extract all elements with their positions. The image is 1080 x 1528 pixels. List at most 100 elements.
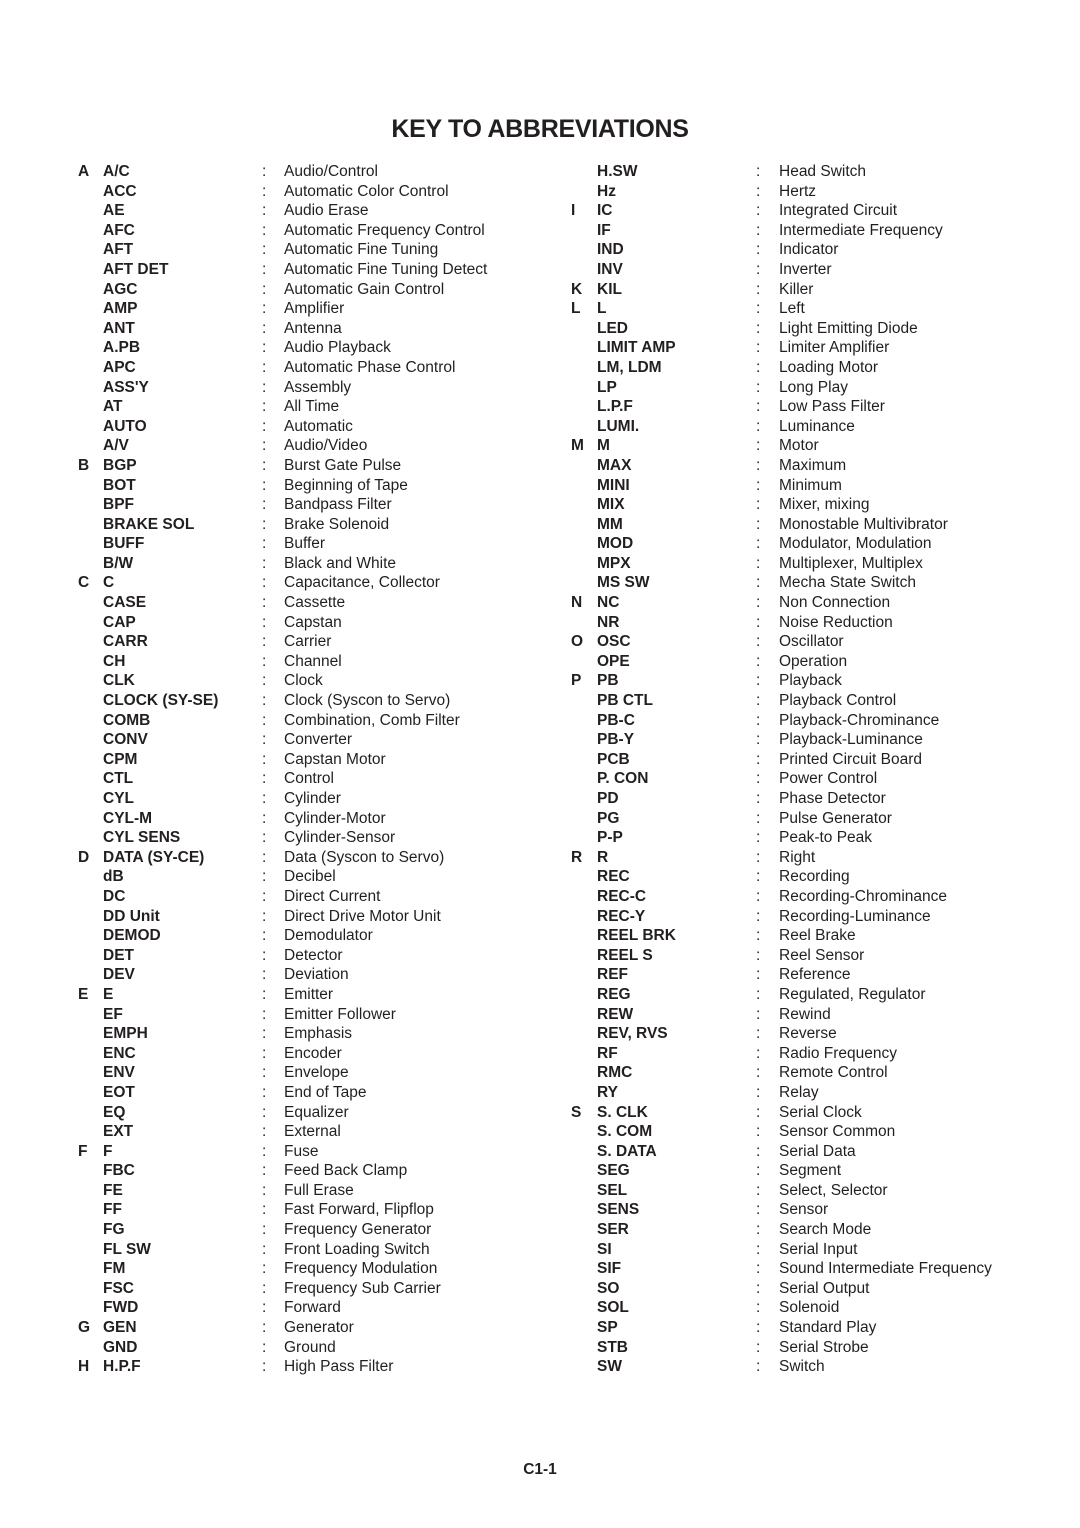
separator-colon: : <box>756 1103 761 1121</box>
abbreviation-term: IC <box>597 202 613 220</box>
separator-colon: : <box>262 260 267 278</box>
abbreviation-term: SEL <box>597 1181 628 1199</box>
abbreviation-term: AUTO <box>103 417 147 435</box>
separator-colon: : <box>262 809 267 827</box>
separator-colon: : <box>262 1083 267 1101</box>
abbreviation-term: EXT <box>103 1123 134 1141</box>
abbreviation-meaning: Motor <box>779 437 819 455</box>
separator-colon: : <box>262 1279 267 1297</box>
abbreviation-term: FE <box>103 1181 123 1199</box>
abbreviation-meaning: Converter <box>284 731 353 749</box>
abbreviation-term: FF <box>103 1201 122 1219</box>
abbreviation-meaning: Automatic Gain Control <box>284 280 445 298</box>
abbreviation-term: FBC <box>103 1162 135 1180</box>
abbreviation-term: LM, LDM <box>597 358 662 376</box>
abbreviation-term: IF <box>597 221 611 239</box>
separator-colon: : <box>756 476 761 494</box>
abbreviation-meaning: Fast Forward, Flipflop <box>284 1201 434 1219</box>
abbreviation-meaning: Feed Back Clamp <box>284 1162 408 1180</box>
abbreviation-meaning: Ground <box>284 1338 336 1356</box>
separator-colon: : <box>756 1221 761 1239</box>
separator-colon: : <box>262 907 267 925</box>
abbreviation-term: LP <box>597 378 617 396</box>
abbreviation-term: F <box>103 1142 113 1160</box>
separator-colon: : <box>756 1299 761 1317</box>
abbreviation-term: REV, RVS <box>597 1025 668 1043</box>
abbreviation-term: CYL-M <box>103 809 153 827</box>
abbreviation-term: RMC <box>597 1064 633 1082</box>
abbreviation-meaning: Left <box>779 300 805 318</box>
abbreviation-term: DC <box>103 887 126 905</box>
abbreviation-meaning: Clock (Syscon to Servo) <box>284 692 451 710</box>
abbreviation-term: A/C <box>103 163 130 180</box>
abbreviation-meaning: Frequency Modulation <box>284 1260 438 1278</box>
abbreviation-meaning: Bandpass Filter <box>284 496 392 514</box>
separator-colon: : <box>756 809 761 827</box>
abbreviation-meaning: Audio Playback <box>284 339 391 357</box>
abbreviation-meaning: Hertz <box>779 182 817 200</box>
abbreviation-term: IND <box>597 241 624 259</box>
abbreviation-term: ANT <box>103 319 135 337</box>
separator-colon: : <box>756 574 761 592</box>
abbreviation-term: BPF <box>103 496 134 514</box>
separator-colon: : <box>756 1142 761 1160</box>
separator-colon: : <box>262 1181 267 1199</box>
separator-colon: : <box>756 398 761 416</box>
separator-colon: : <box>756 260 761 278</box>
abbreviation-meaning: Combination, Comb Filter <box>284 711 460 729</box>
separator-colon: : <box>756 1201 761 1219</box>
separator-colon: : <box>756 554 761 572</box>
abbreviation-term: SER <box>597 1221 629 1239</box>
separator-colon: : <box>756 692 761 710</box>
abbreviation-meaning: Audio Erase <box>284 202 369 220</box>
abbreviation-term: MAX <box>597 456 632 474</box>
separator-colon: : <box>756 985 761 1003</box>
abbreviation-meaning: Deviation <box>284 966 349 984</box>
abbreviation-term: INV <box>597 260 623 278</box>
separator-colon: : <box>756 378 761 396</box>
separator-colon: : <box>262 1319 267 1337</box>
separator-colon: : <box>262 202 267 220</box>
abbreviation-term: BRAKE SOL <box>103 515 195 533</box>
abbreviation-term: SI <box>597 1240 612 1258</box>
abbreviation-term: S. CLK <box>597 1103 648 1121</box>
separator-colon: : <box>262 300 267 318</box>
abbreviation-term: BGP <box>103 456 137 474</box>
abbreviation-meaning: Serial Strobe <box>779 1338 869 1356</box>
separator-colon: : <box>262 1162 267 1180</box>
abbreviation-term: SEG <box>597 1162 630 1180</box>
separator-colon: : <box>262 750 267 768</box>
separator-colon: : <box>262 692 267 710</box>
abbreviation-meaning: Killer <box>779 280 814 298</box>
abbreviation-term: LED <box>597 319 628 337</box>
abbreviation-term: FM <box>103 1260 126 1278</box>
abbreviation-meaning: Reel Sensor <box>779 946 865 964</box>
separator-colon: : <box>262 1064 267 1082</box>
abbreviation-term: DEMOD <box>103 927 161 945</box>
abbreviation-meaning: Sound Intermediate Frequency <box>779 1260 992 1278</box>
abbreviation-meaning: All Time <box>284 398 340 416</box>
abbreviation-term: ENC <box>103 1044 136 1062</box>
abbreviation-meaning: Automatic Frequency Control <box>284 221 485 239</box>
abbreviation-meaning: Automatic Phase Control <box>284 358 456 376</box>
abbreviation-meaning: Playback-Luminance <box>779 731 923 749</box>
abbreviation-term: NC <box>597 594 620 612</box>
abbreviation-meaning: Recording-Luminance <box>779 907 931 925</box>
abbreviation-meaning: Reverse <box>779 1025 837 1043</box>
abbreviation-term: CTL <box>103 770 134 788</box>
abbreviation-term: AFC <box>103 221 135 239</box>
separator-colon: : <box>262 1201 267 1219</box>
abbreviation-term: S. COM <box>597 1123 653 1141</box>
abbreviation-meaning: Beginning of Tape <box>284 476 408 494</box>
separator-colon: : <box>262 711 267 729</box>
abbreviation-meaning: Direct Current <box>284 887 381 905</box>
abbreviation-term: P-P <box>597 829 623 847</box>
separator-colon: : <box>262 1260 267 1278</box>
abbreviation-meaning: Clock <box>284 672 323 690</box>
separator-colon: : <box>262 1025 267 1043</box>
separator-colon: : <box>262 319 267 337</box>
section-letter: P <box>571 672 582 690</box>
separator-colon: : <box>262 1240 267 1258</box>
abbreviation-term: RY <box>597 1083 618 1101</box>
abbreviation-meaning: Relay <box>779 1083 819 1101</box>
